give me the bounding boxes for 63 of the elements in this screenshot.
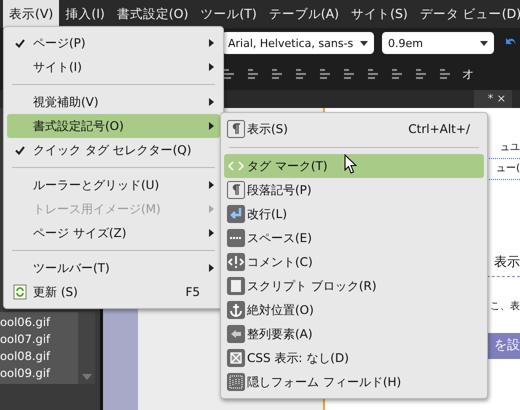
file-name[interactable]: ool06.gif — [0, 314, 78, 331]
submenu-arrow-icon — [209, 181, 214, 189]
menu-item[interactable]: 改行(L) — [224, 202, 484, 226]
menu-bar-item[interactable]: 書式設定(O) — [110, 0, 194, 28]
menu-item[interactable]: ページ サイズ(Z) — [7, 221, 220, 245]
menu-bar-item[interactable]: テーブル(A) — [262, 0, 346, 28]
menu-item[interactable]: 表示(S) Ctrl+Alt+/ — [224, 117, 484, 141]
menu-item[interactable]: スペース(E) — [224, 226, 484, 250]
menu-item[interactable]: コメント(C) — [224, 250, 484, 274]
document-text: ュユ — [500, 141, 520, 155]
menu-item[interactable]: クイック タグ セレクター(Q) — [7, 138, 220, 162]
menu-item[interactable]: 書式設定記号(O) — [7, 114, 220, 138]
comment-icon — [227, 253, 245, 271]
dots-icon — [227, 229, 245, 247]
submenu-arrow-icon — [209, 229, 214, 237]
pilcrow-icon — [227, 120, 245, 138]
submenu-arrow-icon — [209, 264, 214, 272]
mouse-pointer-icon — [344, 154, 357, 174]
scrollbar[interactable] — [78, 312, 95, 384]
crossed-box-icon — [227, 349, 245, 367]
submenu-arrow-icon — [209, 39, 214, 47]
menu-item[interactable]: 段落記号(P) — [224, 178, 484, 202]
file-name[interactable]: ool07.gif — [0, 331, 78, 348]
menu-bar-item[interactable]: 表示(V) — [3, 0, 60, 28]
submenu-arrow-icon — [209, 122, 214, 130]
document-tab[interactable]: * × — [474, 90, 512, 108]
check-icon — [15, 146, 25, 154]
menu-item[interactable]: 視覚補助(V) — [7, 90, 220, 114]
check-icon — [15, 38, 25, 48]
toolbar-label: オ — [462, 66, 474, 82]
menu-bar-item[interactable]: サイト(S) — [345, 0, 414, 28]
submenu-arrow-icon — [209, 205, 214, 213]
anchor-icon — [227, 301, 245, 319]
menu-item[interactable]: 整列要素(A) — [224, 322, 484, 346]
menu-item[interactable]: スクリプト ブロック(R) — [224, 274, 484, 298]
menu-item[interactable]: ページ(P) — [7, 31, 220, 55]
menu-item[interactable]: 更新 (S) F5 — [7, 280, 220, 304]
document-text: 表示 — [494, 254, 520, 272]
submenu-arrow-icon — [209, 98, 214, 106]
document-text: ュー( — [496, 162, 520, 176]
document-text: を設 — [494, 337, 520, 355]
document-text: こ、表 — [490, 300, 520, 314]
menu-bar-item[interactable]: データ ビュー(D) — [414, 0, 520, 28]
file-name[interactable]: ool09.gif — [0, 365, 78, 382]
menu-item[interactable]: サイト(I) — [7, 55, 220, 79]
menu-item[interactable]: ツールバー(T) — [7, 256, 220, 280]
menu-item[interactable]: ルーラーとグリッド(U) — [7, 173, 220, 197]
menu-item[interactable]: 絶対位置(O) — [224, 298, 484, 322]
menu-item[interactable]: タグ マーク(T) — [224, 154, 484, 178]
scroll-icon — [227, 277, 245, 295]
submenu-arrow-icon — [209, 63, 214, 71]
size-dropdown[interactable]: 0.9em — [382, 32, 494, 54]
menu-item[interactable]: CSS 表示: なし(D) — [224, 346, 484, 370]
font-dropdown[interactable]: Arial, Helvetica, sans-s — [222, 32, 374, 54]
field-icon — [227, 373, 245, 391]
caret-icon — [480, 40, 488, 46]
pilcrow-icon — [227, 181, 245, 199]
menu-item[interactable]: 隠しフォーム フィールド(H) — [224, 370, 484, 394]
menu-bar-item[interactable]: 挿入(I) — [59, 0, 111, 28]
file-name[interactable]: ool08.gif — [0, 348, 78, 365]
caret-icon — [360, 40, 368, 46]
menu-bar-item[interactable]: ツール(T) — [194, 0, 263, 28]
refresh-icon — [13, 284, 27, 300]
